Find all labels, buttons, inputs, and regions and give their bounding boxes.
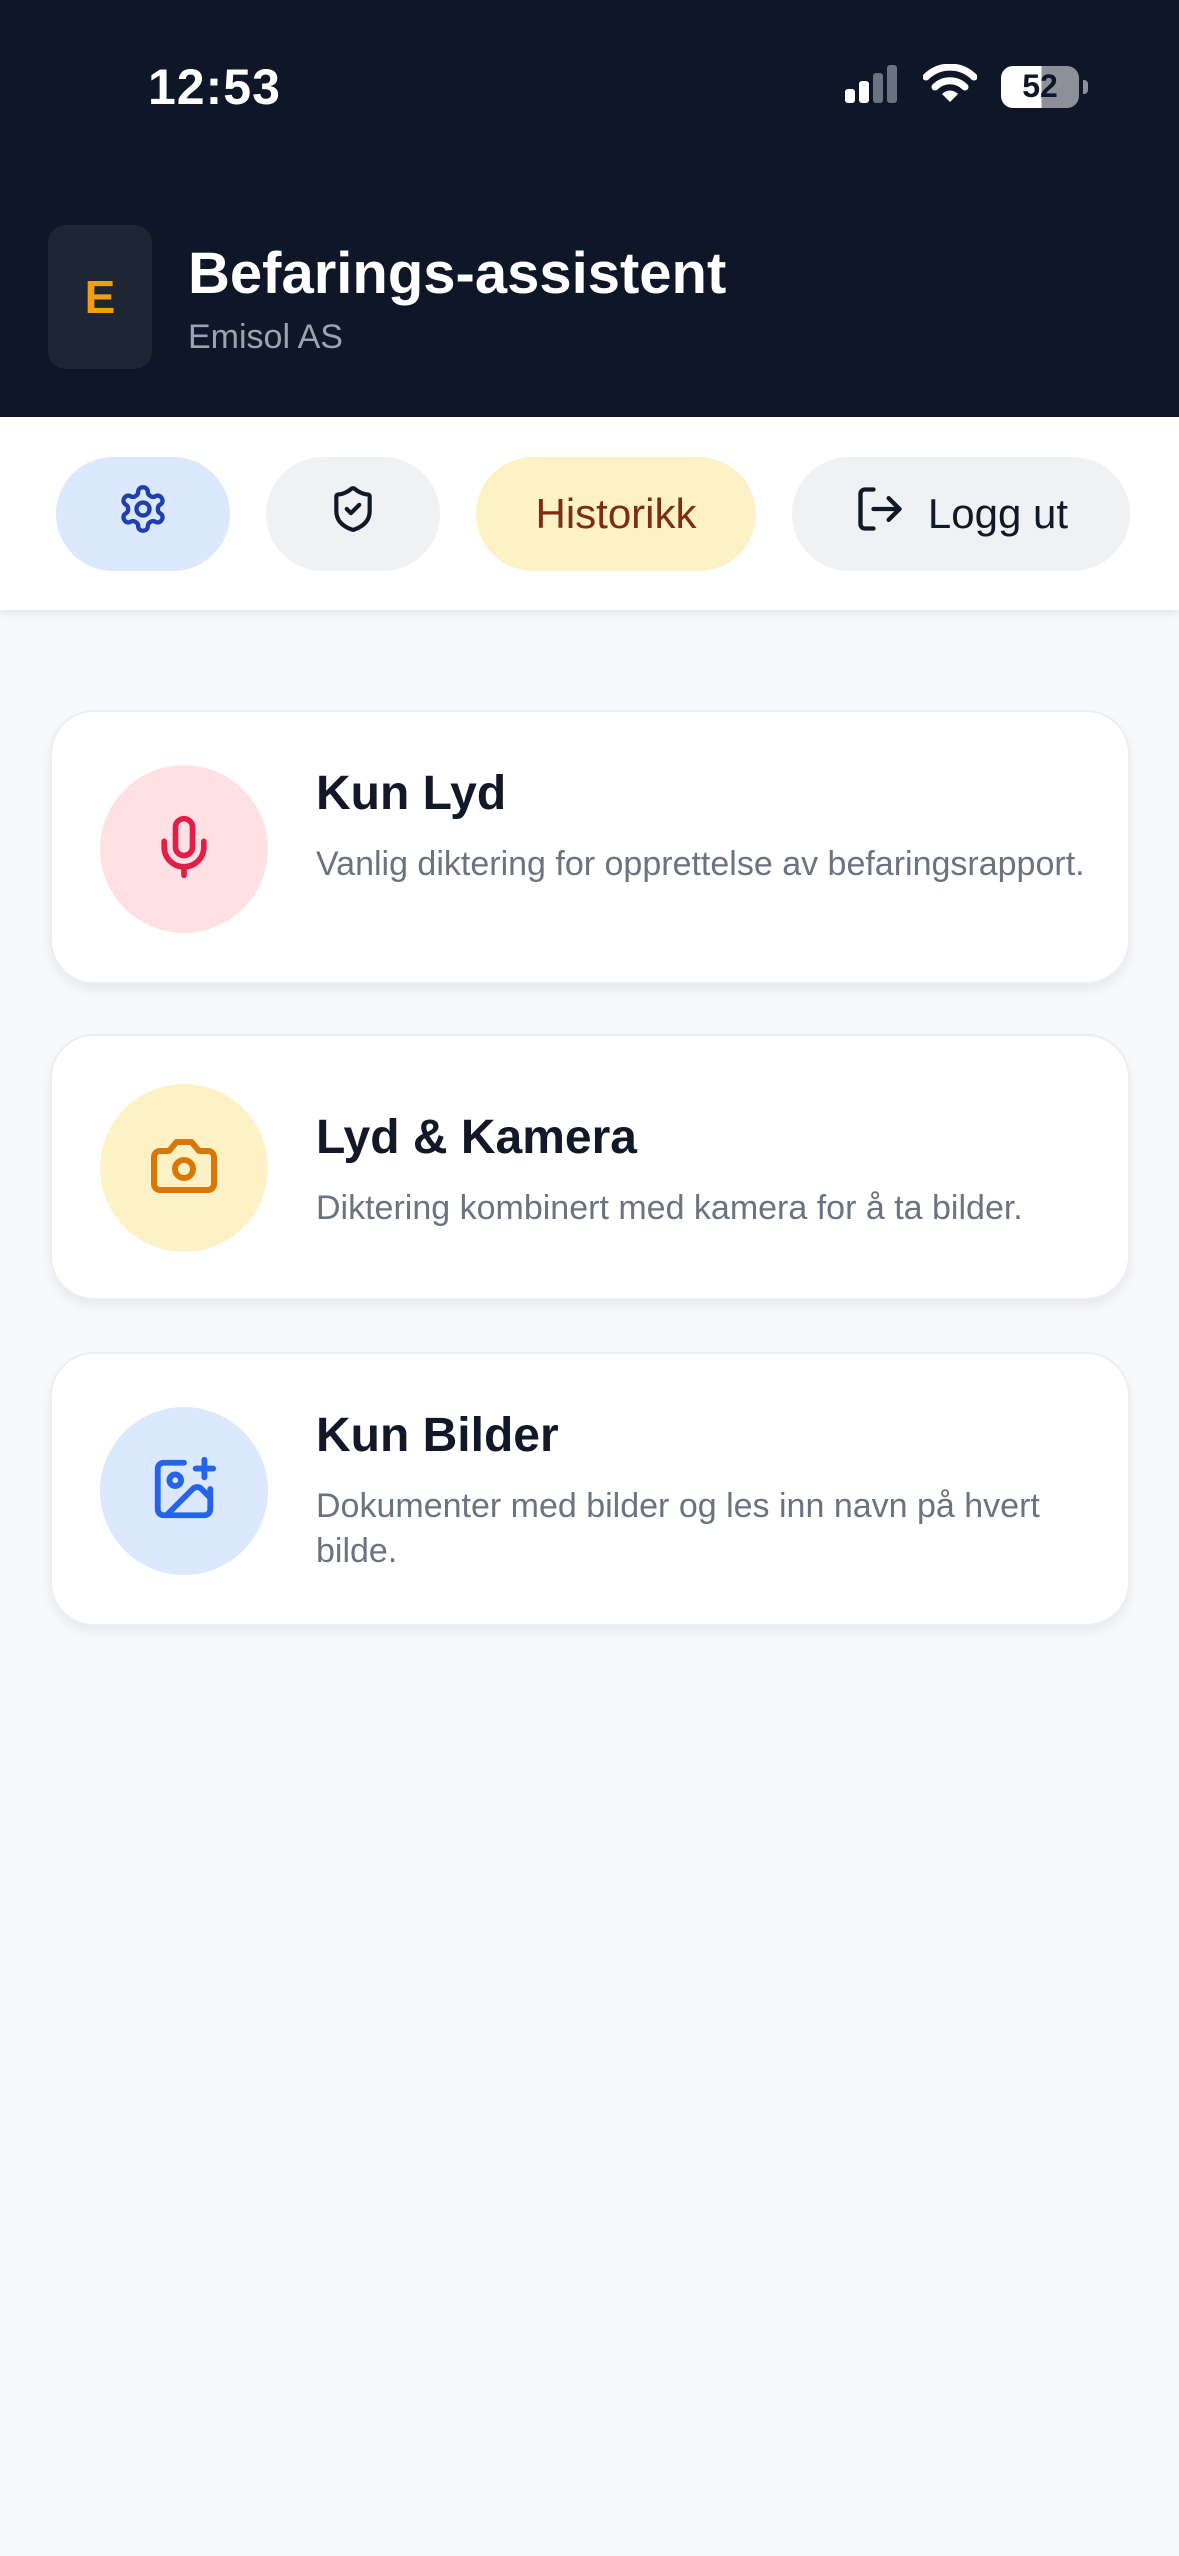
wifi-icon (922, 63, 978, 109)
logout-button[interactable]: Logg ut (792, 457, 1130, 571)
mode-card-images-only[interactable]: Kun Bilder Dokumenter med bilder og les … (50, 1352, 1130, 1626)
mode-description: Diktering kombinert med kamera for å ta … (316, 1189, 1023, 1227)
app-header: 12:53 52 E Befarings-assistent Emisol AS (0, 0, 1179, 417)
mode-title: Kun Bilder (316, 1409, 559, 1462)
mode-description: Vanlig diktering for opprettelse av befa… (316, 845, 1085, 883)
toolbar: Historikk Logg ut (0, 417, 1179, 610)
mode-icon-circle (100, 765, 268, 933)
image-plus-icon (149, 1454, 219, 1529)
app-screen: 12:53 52 E Befarings-assistent Emisol AS… (0, 0, 1179, 2556)
battery-level: 52 (1022, 68, 1058, 104)
camera-icon (148, 1130, 220, 1207)
mode-icon-circle (100, 1407, 268, 1575)
shield-check-icon (328, 484, 378, 544)
company-logo: E (48, 225, 152, 369)
mode-card-audio-only[interactable]: Kun Lyd Vanlig diktering for opprettelse… (50, 710, 1130, 984)
mode-title: Kun Lyd (316, 767, 507, 820)
history-button[interactable]: Historikk (476, 457, 756, 571)
mode-card-audio-camera[interactable]: Lyd & Kamera Diktering kombinert med kam… (50, 1034, 1130, 1300)
company-name: Emisol AS (188, 318, 343, 356)
settings-button[interactable] (56, 457, 230, 571)
status-time: 12:53 (148, 59, 281, 115)
microphone-icon (150, 813, 218, 886)
logout-label: Logg ut (927, 490, 1069, 537)
cellular-signal-icon (843, 65, 899, 108)
mode-icon-circle (100, 1084, 268, 1252)
logo-letter: E (84, 271, 116, 323)
logout-icon (854, 483, 906, 545)
security-button[interactable] (266, 457, 440, 571)
mode-description: Dokumenter med bilder og les inn navn på… (316, 1487, 1040, 1570)
mode-title: Lyd & Kamera (316, 1111, 637, 1164)
history-label: Historikk (535, 490, 697, 537)
app-title: Befarings-assistent (188, 241, 727, 306)
battery-icon: 52 (1001, 65, 1088, 108)
gear-icon (117, 483, 169, 545)
status-icons: 52 (843, 63, 1088, 109)
